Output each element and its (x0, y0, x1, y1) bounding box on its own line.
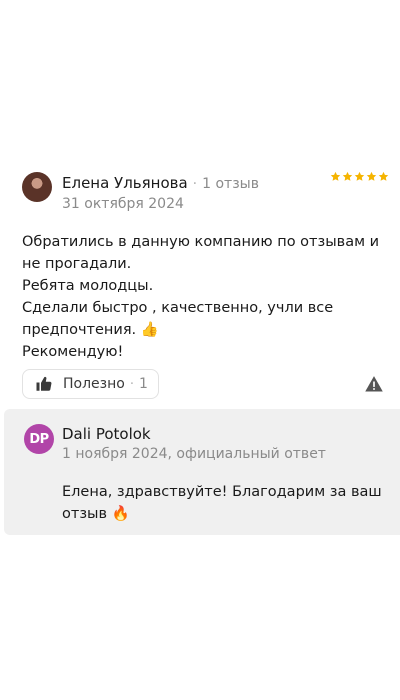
star-icon (330, 171, 341, 181)
author-review-count: 1 отзыв (202, 176, 259, 192)
author-header: Елена Ульянова · 1 отзыв (62, 174, 259, 192)
helpful-separator: · (129, 376, 134, 392)
reply-text: Елена, здравствуйте! Благодарим за ваш о… (62, 484, 382, 522)
review-date: 31 октября 2024 (62, 196, 184, 212)
author-separator: · (192, 176, 198, 192)
helpful-label: Полезно (63, 376, 125, 392)
reply-avatar: DP (24, 424, 54, 454)
review-text: Обратились в данную компанию по отзывам … (22, 234, 380, 360)
rating-stars (330, 171, 389, 182)
helpful-button[interactable]: Полезно · 1 (22, 369, 159, 399)
author-avatar[interactable] (22, 172, 52, 202)
star-icon (378, 171, 389, 181)
author-name[interactable]: Елена Ульянова (62, 174, 188, 192)
star-icon (366, 171, 377, 181)
reply-author-name[interactable]: Dali Potolok (62, 425, 151, 443)
helpful-count: 1 (138, 376, 148, 392)
star-icon (342, 171, 353, 181)
warning-icon[interactable] (364, 374, 384, 394)
owner-reply: DP Dali Potolok 1 ноября 2024, официальн… (4, 409, 400, 535)
star-icon (354, 171, 365, 181)
reply-meta: 1 ноября 2024, официальный ответ (62, 446, 326, 462)
thumbs-up-icon (36, 376, 52, 391)
review-card: Елена Ульянова · 1 отзыв 31 октября 2024… (0, 0, 400, 700)
